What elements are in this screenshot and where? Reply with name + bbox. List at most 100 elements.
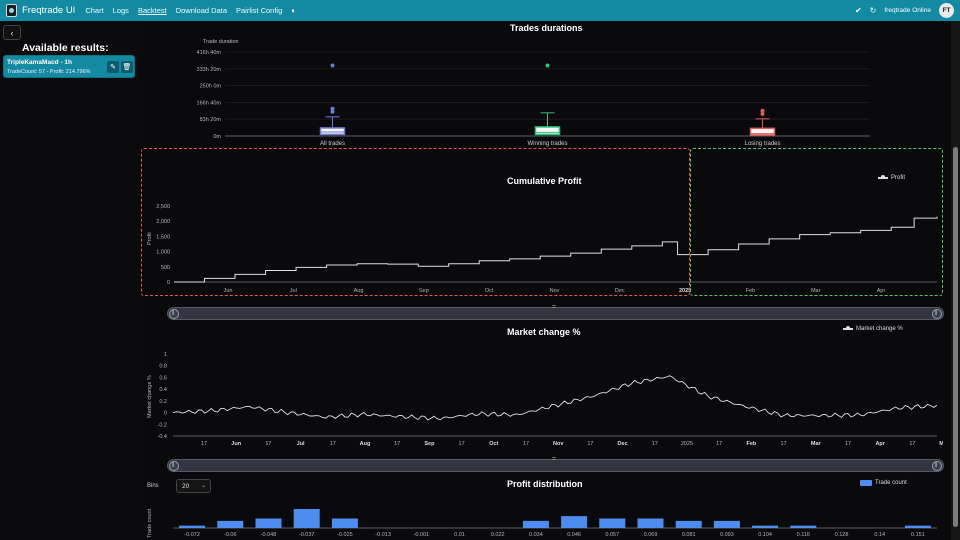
distribution-bar [179,525,206,528]
market-legend-label: Market change % [856,326,903,332]
x-tick-label: -0.037 [299,532,315,538]
distribution-bar [331,518,358,528]
x-tick-label: 0.151 [911,532,925,538]
distribution-bar [637,518,664,528]
box-outlier [330,63,335,68]
x-tick-label: -0.025 [337,532,353,538]
y-axis-label: Market change % [147,375,153,418]
y-tick-label: 0.8 [159,364,167,370]
y-tick-label: 1 [164,352,167,358]
box-iqr [534,126,561,136]
box-outlier [760,108,765,113]
market-change-chart: Market change % 1 0.8 0.6 0.4 0.2 0 -0.2 -0.4 17 J… [147,352,943,447]
x-tick-label: 0.128 [835,532,849,538]
x-tick-label: Jun [231,441,241,447]
slider-handle-left[interactable] [169,461,179,471]
user-avatar[interactable]: FT [939,3,954,18]
y-tick-label: 0m [213,134,221,140]
edit-button[interactable]: ✎ [107,61,119,73]
profit-distribution-chart: Trade count -0.072 -0.06 -0.048 -0.037 -0.025… [147,508,937,538]
available-results-title: Available results: [22,42,109,54]
check-icon[interactable]: ✔ [855,6,862,15]
brand[interactable]: Freqtrade UI [6,4,85,17]
x-tick-label: 17 [523,441,529,447]
x-tick-label: 0.069 [644,532,658,538]
refresh-icon[interactable]: ↻ [870,6,877,15]
trades-durations-chart: Trade duration 416h 40m 333h 20m 250h 0m 166… [197,39,870,147]
highlight-box-green [690,148,943,296]
chevron-down-icon: ⌄ [200,483,206,489]
chevron-left-icon: ‹ [10,27,14,38]
x-tick-label: 17 [201,441,207,447]
category-label: All trades [320,141,345,147]
nav-link-backtest[interactable]: Backtest [138,6,167,15]
x-tick-label: 0.022 [491,532,505,538]
x-tick-label: May [939,441,943,447]
back-button[interactable]: ‹ [3,25,21,40]
nav-link-download-data[interactable]: Download Data [176,6,227,15]
result-stats: TradeCount: 57 - Profit: 214.796% [7,69,91,75]
profit-distribution-title: Profit distribution [507,479,583,489]
x-tick-label: Dec [618,441,628,447]
x-tick-label: 17 [330,441,336,447]
market-legend[interactable]: Market change % [843,326,903,332]
x-tick-label: Sep [424,441,435,447]
y-tick-label: 0.4 [159,387,167,393]
slider-grip-icon[interactable]: = [552,304,556,311]
slider-grip-icon[interactable]: = [552,456,556,463]
x-tick-label: 0.057 [605,532,619,538]
slider-handle-right[interactable] [932,461,942,471]
brand-name: Freqtrade UI [22,5,76,16]
pencil-icon: ✎ [110,64,116,71]
y-tick-label: 0.6 [159,375,167,381]
x-tick-label: 17 [845,441,851,447]
x-tick-label: 0.116 [797,532,810,538]
box-iqr [319,127,346,136]
x-tick-label: 0.14 [874,532,885,538]
category-label: Losing trades [744,141,780,147]
x-tick-label: 17 [652,441,658,447]
y-tick-label: 416h 40m [197,50,222,56]
nav-link-chart[interactable]: Chart [85,6,103,15]
y-axis-label: Trade count [147,508,153,538]
distribution-bar [790,525,817,528]
trash-icon: 🗑 [122,64,132,71]
bins-select[interactable]: 20 ⌄ [176,479,211,493]
highlight-box-red [141,148,690,296]
nav-link-pairlist-config[interactable]: Pairlist Config [236,6,282,15]
y-tick-label: 166h 40m [197,100,222,106]
x-tick-label: Jul [297,441,305,447]
trades-durations-title: Trades durations [510,23,583,33]
legend-box-icon [860,480,872,486]
distribution-legend[interactable]: Trade count [860,480,907,486]
box-outlier [545,63,550,68]
x-tick-label: Oct [489,441,498,447]
slider-handle-left[interactable] [169,309,179,319]
page-scrollbar[interactable] [951,21,960,540]
bins-value: 20 [182,482,190,490]
y-tick-label: -0.4 [158,434,167,440]
x-tick-label: -0.048 [261,532,277,538]
nav-link-logs[interactable]: Logs [113,6,129,15]
x-tick-label: 17 [394,441,400,447]
distribution-bar [522,520,549,528]
distribution-bar [561,516,588,528]
theme-toggle-icon[interactable]: ◐ [291,6,296,15]
market-zoom-slider[interactable]: = [167,456,944,472]
y-tick-label: 83h 20m [200,117,222,123]
y-tick-label: 0 [164,411,167,417]
x-tick-label: 0.01 [454,532,465,538]
x-tick-label: 17 [716,441,722,447]
result-card[interactable]: TripleKamaMacd - 1h TradeCount: 57 - Pro… [3,55,135,78]
delete-button[interactable]: 🗑 [121,61,133,73]
freqtrade-logo-icon [6,4,17,17]
x-tick-label: 0.104 [758,532,772,538]
slider-handle-right[interactable] [932,309,942,319]
result-name: TripleKamaMacd - 1h [7,59,73,66]
category-label: Winning trades [527,141,567,147]
x-tick-label: 17 [587,441,593,447]
x-tick-label: 0.034 [529,532,543,538]
cumulative-zoom-slider[interactable]: = [167,304,944,320]
x-tick-label: 0.093 [720,532,734,538]
scroll-thumb[interactable] [953,147,958,527]
